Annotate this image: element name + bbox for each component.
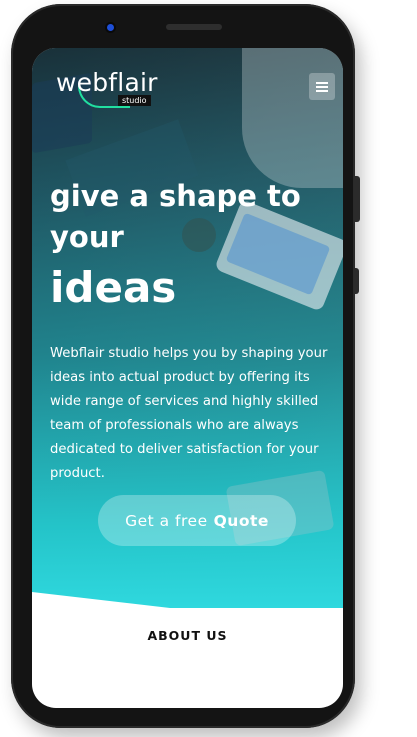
menu-button[interactable] xyxy=(309,73,335,100)
phone-screen: webflair studio give a shape to your ide… xyxy=(32,48,343,708)
phone-speaker xyxy=(166,24,222,30)
logo-wordmark: webflair xyxy=(56,68,158,97)
hero-section: webflair studio give a shape to your ide… xyxy=(32,48,343,608)
about-us-heading: ABOUT US xyxy=(147,628,228,643)
headline-line-3: ideas xyxy=(50,263,177,312)
headline-line-2: your xyxy=(50,220,124,254)
get-quote-button[interactable]: Get a free Quote xyxy=(98,495,296,546)
hero-description: Webflair studio helps you by shaping you… xyxy=(50,346,328,481)
cta-label: Get a free xyxy=(125,511,208,530)
background-person-image xyxy=(242,48,343,188)
phone-volume-button xyxy=(354,268,359,294)
cta-label-bold: Quote xyxy=(213,511,269,530)
phone-power-button xyxy=(354,176,360,222)
hero-headline: give a shape to your ideas xyxy=(50,178,330,316)
hamburger-menu-icon xyxy=(316,81,328,92)
headline-line-1: give a shape to xyxy=(50,179,301,213)
site-logo[interactable]: webflair studio xyxy=(56,66,176,108)
logo-subtitle: studio xyxy=(118,95,151,106)
front-camera-icon xyxy=(107,24,114,31)
